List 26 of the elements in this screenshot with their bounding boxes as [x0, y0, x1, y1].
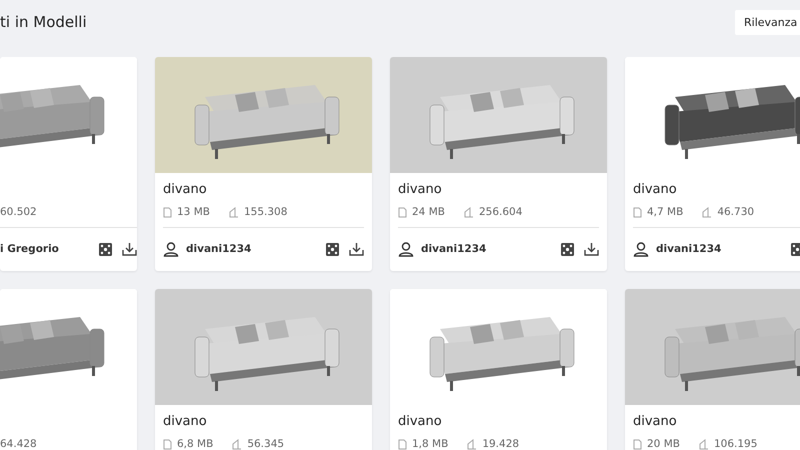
model-title: divano	[163, 182, 207, 197]
file-size: 6,8 MB	[177, 438, 214, 450]
polygon-count: 19.428	[482, 438, 520, 450]
polygon-count: 106.195	[714, 438, 758, 450]
author-name[interactable]: divani1234	[656, 243, 791, 255]
model-title: divano	[633, 182, 677, 197]
file-size: 13 MB	[177, 206, 210, 218]
model-title: divano	[633, 414, 677, 429]
sort-dropdown[interactable]: Rilevanza	[735, 10, 800, 35]
polygon-count: 56.345	[247, 438, 284, 450]
model-title: divano	[398, 182, 442, 197]
file-size: 4,7 MB	[647, 206, 684, 218]
page-title: ti in Modelli	[0, 12, 87, 30]
file-size: 20 MB	[647, 438, 680, 450]
polygon-count: 60.502	[0, 206, 37, 218]
author-name[interactable]: divani1234	[421, 243, 561, 255]
author-name[interactable]: i Gregorio	[0, 243, 99, 255]
model-title: divano	[398, 414, 442, 429]
polygon-count: 256.604	[478, 206, 522, 218]
file-size: 1,8 MB	[412, 438, 448, 450]
polygon-count: 64.428	[0, 438, 37, 450]
file-size: 24 MB	[412, 206, 445, 218]
author-name[interactable]: divani1234	[186, 243, 326, 255]
polygon-count: 155.308	[244, 206, 288, 218]
model-title: divano	[163, 414, 207, 429]
polygon-count: 46.730	[717, 206, 754, 218]
